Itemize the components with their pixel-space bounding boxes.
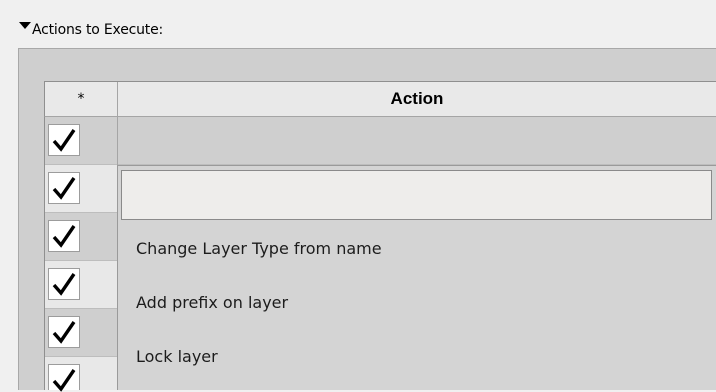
table-row[interactable] [45, 117, 716, 165]
row-enabled-checkbox[interactable] [48, 364, 80, 392]
row-enabled-checkbox[interactable] [48, 124, 80, 156]
row-enabled-checkbox[interactable] [48, 172, 80, 204]
checkmark-icon [52, 129, 76, 152]
dropdown-option-lock-layer[interactable]: Lock layer [118, 335, 716, 379]
checkmark-icon [52, 369, 76, 392]
checkmark-icon [52, 273, 76, 296]
column-header-action[interactable]: Action [118, 82, 716, 116]
dropdown-option-change-layer-type[interactable]: Change Layer Type from name [118, 227, 716, 271]
checkmark-icon [52, 321, 76, 344]
table-header: * Action [44, 81, 716, 117]
column-header-enabled[interactable]: * [45, 82, 118, 116]
checkmark-icon [52, 177, 76, 200]
dropdown-option-add-prefix[interactable]: Add prefix on layer [118, 281, 716, 325]
triangle-down-icon[interactable] [19, 22, 31, 29]
action-dropdown[interactable]: Change Layer Type from name Add prefix o… [117, 165, 716, 390]
row-enabled-checkbox[interactable] [48, 316, 80, 348]
row-enabled-checkbox[interactable] [48, 220, 80, 252]
action-select-field[interactable] [121, 170, 712, 220]
checkmark-icon [52, 225, 76, 248]
section-title: Actions to Execute: [32, 22, 163, 38]
section-header[interactable]: Actions to Execute: [0, 0, 716, 48]
row-enabled-checkbox[interactable] [48, 268, 80, 300]
